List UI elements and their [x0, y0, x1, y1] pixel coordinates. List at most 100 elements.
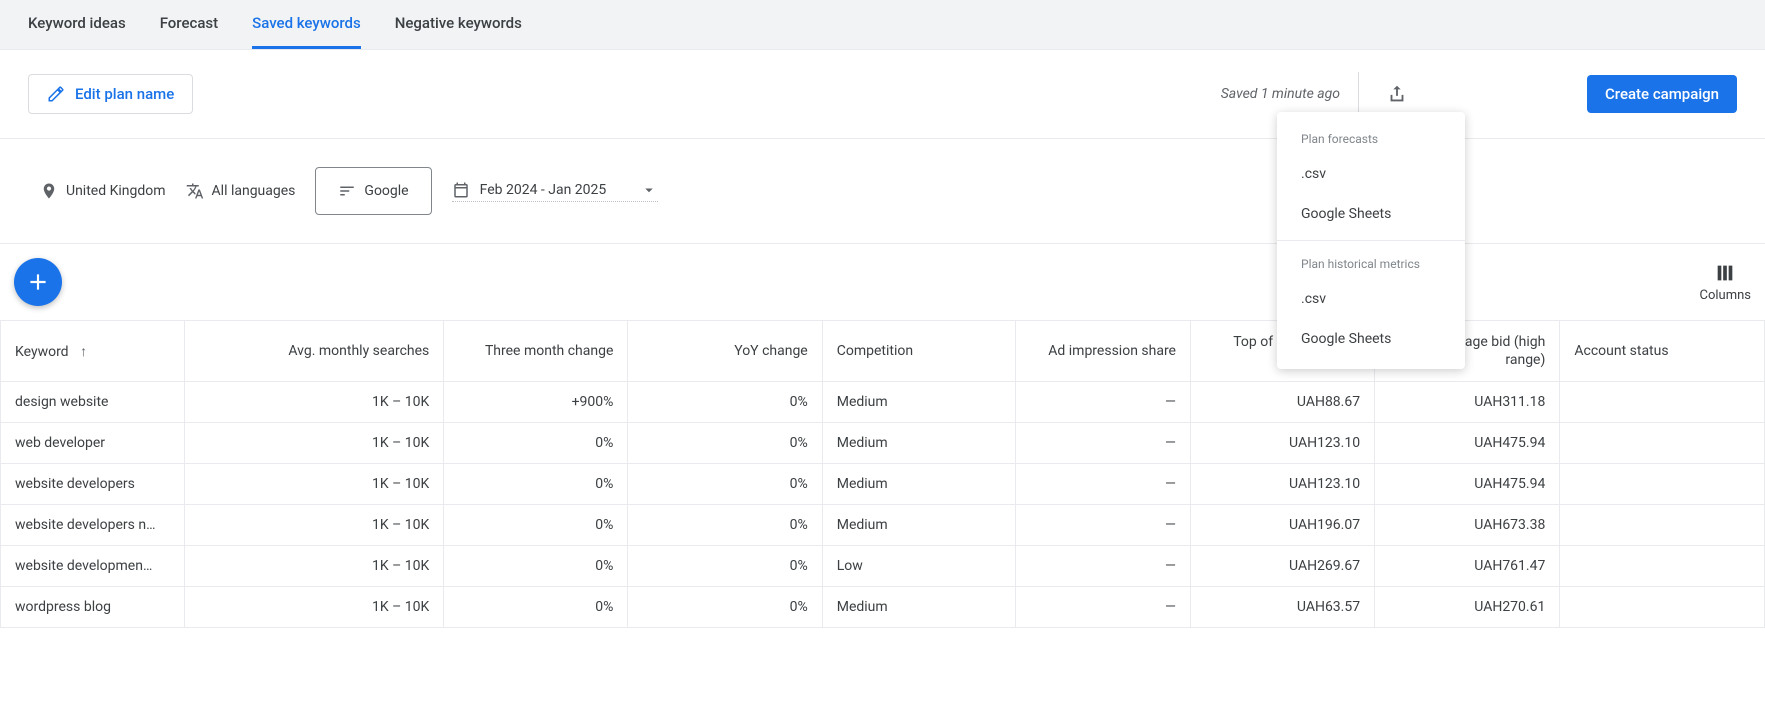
create-campaign-button[interactable]: Create campaign [1587, 75, 1737, 113]
col-header-avg-searches[interactable]: Avg. monthly searches [185, 321, 444, 382]
calendar-icon [452, 181, 470, 199]
network-filter[interactable]: Google [315, 167, 431, 215]
sort-ascending-icon: ↑ [80, 344, 87, 360]
cell-yoy: 0% [628, 587, 822, 628]
cell-status [1560, 546, 1765, 587]
col-header-status[interactable]: Account status [1560, 321, 1765, 382]
cell-status [1560, 587, 1765, 628]
cell-impression: — [1015, 464, 1190, 505]
cell-status [1560, 382, 1765, 423]
language-filter[interactable]: All languages [186, 182, 296, 200]
cell-bid-high: UAH270.61 [1375, 587, 1560, 628]
tab-keyword-ideas[interactable]: Keyword ideas [28, 0, 126, 49]
cell-impression: — [1015, 423, 1190, 464]
menu-divider [1277, 240, 1465, 241]
cell-keyword: website developers [1, 464, 185, 505]
table-row[interactable]: website developers n…1K – 10K0%0%Medium—… [1, 505, 1765, 546]
cell-yoy: 0% [628, 382, 822, 423]
table-row[interactable]: website developers1K – 10K0%0%Medium—UAH… [1, 464, 1765, 505]
cell-bid-high: UAH475.94 [1375, 464, 1560, 505]
cell-bid-high: UAH761.47 [1375, 546, 1560, 587]
cell-yoy: 0% [628, 505, 822, 546]
table-row[interactable]: website developmen…1K – 10K0%0%Low—UAH26… [1, 546, 1765, 587]
cell-yoy: 0% [628, 546, 822, 587]
date-range-filter[interactable]: Feb 2024 - Jan 2025 [452, 181, 659, 202]
cell-bid-low: UAH123.10 [1190, 464, 1374, 505]
col-header-impression[interactable]: Ad impression share [1015, 321, 1190, 382]
menu-item-forecasts-sheets[interactable]: Google Sheets [1277, 194, 1465, 234]
cell-keyword: wordpress blog [1, 587, 185, 628]
cell-competition: Medium [822, 464, 1015, 505]
network-icon [338, 182, 356, 200]
col-header-keyword-label: Keyword [15, 344, 69, 360]
cell-three-month: 0% [444, 505, 628, 546]
cell-competition: Medium [822, 382, 1015, 423]
cell-bid-low: UAH196.07 [1190, 505, 1374, 546]
share-icon [1386, 83, 1408, 105]
columns-icon [1714, 262, 1736, 284]
edit-plan-label: Edit plan name [75, 85, 174, 103]
pencil-icon [47, 85, 65, 103]
tab-negative-keywords[interactable]: Negative keywords [395, 0, 522, 49]
edit-plan-name-button[interactable]: Edit plan name [28, 74, 193, 114]
cell-competition: Medium [822, 423, 1015, 464]
cell-impression: — [1015, 587, 1190, 628]
cell-three-month: 0% [444, 423, 628, 464]
translate-icon [186, 182, 204, 200]
table-row[interactable]: design website1K – 10K+900%0%Medium—UAH8… [1, 382, 1765, 423]
cell-avg: 1K – 10K [185, 382, 444, 423]
table-row[interactable]: wordpress blog1K – 10K0%0%Medium—UAH63.5… [1, 587, 1765, 628]
language-label: All languages [212, 183, 296, 199]
cell-avg: 1K – 10K [185, 464, 444, 505]
tab-forecast[interactable]: Forecast [160, 0, 218, 49]
cell-avg: 1K – 10K [185, 505, 444, 546]
plan-header: Edit plan name Saved 1 minute ago Plan f… [0, 50, 1765, 139]
cell-impression: — [1015, 382, 1190, 423]
col-header-yoy[interactable]: YoY change [628, 321, 822, 382]
table-header-row: Keyword ↑ Avg. monthly searches Three mo… [1, 321, 1765, 382]
menu-item-forecasts-csv[interactable]: .csv [1277, 154, 1465, 194]
cell-status [1560, 423, 1765, 464]
menu-header-forecasts: Plan forecasts [1277, 122, 1465, 154]
create-campaign-label: Create campaign [1605, 85, 1719, 103]
location-label: United Kingdom [66, 183, 166, 199]
columns-button[interactable]: Columns [1700, 262, 1752, 303]
tab-saved-keywords[interactable]: Saved keywords [252, 0, 361, 49]
menu-item-historical-csv[interactable]: .csv [1277, 279, 1465, 319]
cell-avg: 1K – 10K [185, 546, 444, 587]
col-header-three-month[interactable]: Three month change [444, 321, 628, 382]
add-keyword-button[interactable] [14, 258, 62, 306]
cell-bid-high: UAH475.94 [1375, 423, 1560, 464]
cell-yoy: 0% [628, 464, 822, 505]
filters-bar: United Kingdom All languages Google Feb … [0, 139, 1765, 244]
table-toolbar: Columns [0, 244, 1765, 320]
date-range-label: Feb 2024 - Jan 2025 [480, 182, 607, 198]
cell-bid-low: UAH269.67 [1190, 546, 1374, 587]
cell-status [1560, 505, 1765, 546]
cell-three-month: +900% [444, 382, 628, 423]
cell-three-month: 0% [444, 587, 628, 628]
menu-item-historical-sheets[interactable]: Google Sheets [1277, 319, 1465, 359]
col-header-keyword[interactable]: Keyword ↑ [1, 321, 185, 382]
cell-bid-low: UAH88.67 [1190, 382, 1374, 423]
cell-yoy: 0% [628, 423, 822, 464]
cell-keyword: design website [1, 382, 185, 423]
cell-bid-low: UAH123.10 [1190, 423, 1374, 464]
share-button[interactable] [1377, 74, 1417, 114]
cell-keyword: website developmen… [1, 546, 185, 587]
cell-status [1560, 464, 1765, 505]
cell-avg: 1K – 10K [185, 423, 444, 464]
cell-three-month: 0% [444, 464, 628, 505]
menu-header-historical: Plan historical metrics [1277, 247, 1465, 279]
table-row[interactable]: web developer1K – 10K0%0%Medium—UAH123.1… [1, 423, 1765, 464]
cell-three-month: 0% [444, 546, 628, 587]
cell-competition: Medium [822, 587, 1015, 628]
col-header-competition[interactable]: Competition [822, 321, 1015, 382]
divider [1358, 72, 1359, 116]
cell-avg: 1K – 10K [185, 587, 444, 628]
cell-keyword: web developer [1, 423, 185, 464]
cell-competition: Low [822, 546, 1015, 587]
cell-bid-low: UAH63.57 [1190, 587, 1374, 628]
cell-competition: Medium [822, 505, 1015, 546]
location-filter[interactable]: United Kingdom [40, 182, 166, 200]
